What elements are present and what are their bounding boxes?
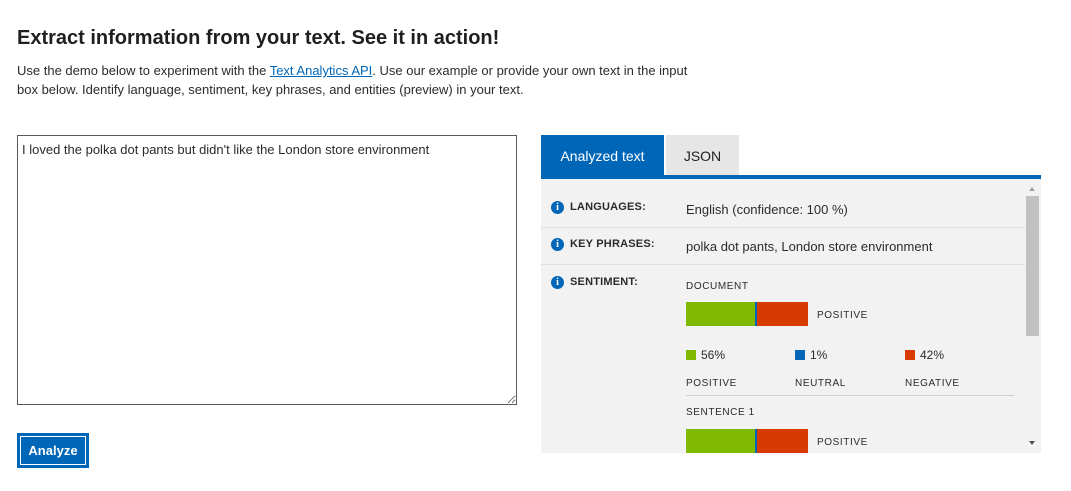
scroll-up-arrow-icon[interactable] <box>1029 187 1035 191</box>
scroll-down-arrow-icon[interactable] <box>1029 441 1035 445</box>
results-panel: Analyzed text JSON i LANGUAGES: English … <box>541 135 1041 453</box>
sentence-sentiment-result: POSITIVE <box>817 437 868 448</box>
positive-legend-swatch <box>686 350 696 360</box>
info-icon[interactable]: i <box>551 238 564 251</box>
negative-label: NEGATIVE <box>905 378 960 389</box>
neutral-label: NEUTRAL <box>795 378 846 389</box>
positive-label: POSITIVE <box>686 378 737 389</box>
intro-text-start: Use the demo below to experiment with th… <box>17 63 270 78</box>
sentence-divider <box>686 395 1014 396</box>
sentence-positive-segment <box>686 429 755 453</box>
positive-percent: 56% <box>701 348 726 362</box>
negative-legend-swatch <box>905 350 915 360</box>
input-text-area[interactable] <box>17 135 517 405</box>
key-phrases-row: i KEY PHRASES: polka dot pants, London s… <box>541 227 1025 265</box>
key-phrases-label: KEY PHRASES: <box>570 238 655 250</box>
document-label: DOCUMENT <box>686 281 749 292</box>
sentence-label: SENTENCE 1 <box>686 407 755 418</box>
results-tabs: Analyzed text JSON <box>541 135 1041 177</box>
sentiment-row: i SENTIMENT: DOCUMENT POSITIVE 56% POSIT… <box>541 265 1025 453</box>
scroll-thumb[interactable] <box>1026 196 1039 336</box>
analyze-button[interactable]: Analyze <box>17 433 89 468</box>
sentiment-label: SENTIMENT: <box>570 276 638 288</box>
info-icon[interactable]: i <box>551 276 564 289</box>
analyzed-text-content: i LANGUAGES: English (confidence: 100 %)… <box>541 179 1041 453</box>
tab-analyzed-text[interactable]: Analyzed text <box>541 135 664 177</box>
sentence-negative-segment <box>757 429 808 453</box>
page-title: Extract information from your text. See … <box>17 27 500 49</box>
neutral-legend-swatch <box>795 350 805 360</box>
languages-row: i LANGUAGES: English (confidence: 100 %) <box>541 179 1025 228</box>
key-phrases-value: polka dot pants, London store environmen… <box>686 239 933 254</box>
languages-label: LANGUAGES: <box>570 201 646 213</box>
text-analytics-api-link[interactable]: Text Analytics API <box>270 63 373 78</box>
document-sentiment-result: POSITIVE <box>817 310 868 321</box>
results-scrollbar[interactable] <box>1025 179 1041 453</box>
intro-text: Use the demo below to experiment with th… <box>17 61 697 99</box>
negative-percent: 42% <box>920 348 945 362</box>
document-negative-segment <box>757 302 808 326</box>
tab-json[interactable]: JSON <box>666 135 739 177</box>
info-icon[interactable]: i <box>551 201 564 214</box>
document-positive-segment <box>686 302 755 326</box>
neutral-percent: 1% <box>810 348 828 362</box>
languages-value: English (confidence: 100 %) <box>686 202 848 217</box>
